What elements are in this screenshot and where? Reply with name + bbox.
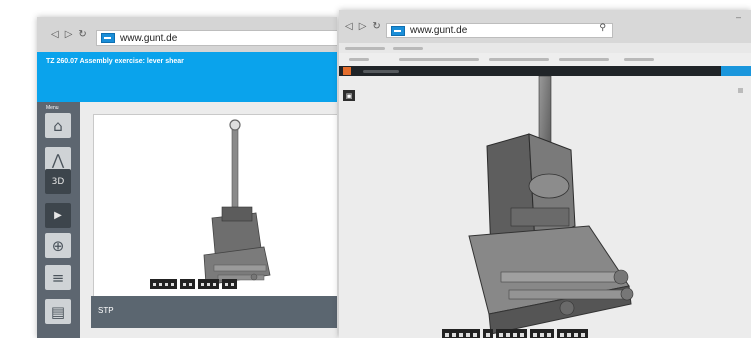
- lever-shear-3d-model-image: [468, 75, 634, 335]
- toolbar-tool-icon[interactable]: [231, 282, 234, 286]
- toolbar-tool-icon[interactable]: [486, 333, 490, 337]
- toolbar-group: [557, 329, 588, 338]
- toolbar-group: [222, 279, 237, 289]
- toolbar-group: [496, 329, 527, 338]
- lever-shear-model-image: [203, 119, 271, 286]
- document-icon: ≡: [51, 268, 65, 287]
- toolbar-group: [198, 279, 219, 289]
- back-icon[interactable]: ◁: [345, 21, 353, 32]
- menu-label: Menu: [46, 105, 59, 111]
- toolbar-tool-icon[interactable]: [445, 333, 449, 337]
- toolbar-tool-icon[interactable]: [165, 282, 168, 286]
- app-logo-icon: [343, 67, 351, 75]
- toolbar-tool-icon[interactable]: [581, 333, 585, 337]
- panel-toggle-icon[interactable]: [738, 88, 743, 93]
- caption-text: STP: [98, 306, 114, 315]
- gunt-favicon-icon: [391, 25, 405, 36]
- model-menu-button[interactable]: ▣: [343, 90, 355, 101]
- forward-icon[interactable]: ▷: [359, 21, 367, 32]
- toolbar-group: [180, 279, 195, 289]
- toolbar-tool-icon[interactable]: [520, 333, 524, 337]
- reload-icon[interactable]: ↻: [372, 21, 380, 32]
- address-bar[interactable]: www.gunt.de: [96, 30, 337, 46]
- toolbar-tool-icon[interactable]: [183, 282, 186, 286]
- sidebar-item-manual[interactable]: ▤: [45, 299, 71, 324]
- sidebar-item-3d[interactable]: 3D: [45, 169, 71, 194]
- toolbar-tool-icon[interactable]: [499, 333, 503, 337]
- forward-icon[interactable]: ▷: [65, 29, 73, 40]
- back-icon[interactable]: ◁: [51, 29, 59, 40]
- sidebar-item-documents[interactable]: ≡: [45, 265, 71, 290]
- url-text: www.gunt.de: [410, 25, 468, 36]
- minimize-icon[interactable]: –: [736, 12, 741, 22]
- toolbar-tool-icon[interactable]: [466, 333, 470, 337]
- toolbar-tool-icon[interactable]: [540, 333, 544, 337]
- toolbar-group: [483, 329, 493, 338]
- toolbar-tool-icon[interactable]: [533, 333, 537, 337]
- toolbar-tool-icon[interactable]: [159, 282, 162, 286]
- right-browser-window: ◁ ▷ ↻ – www.gunt.de ⚲ ▣: [339, 10, 751, 338]
- app-title: TZ 260.07 Assembly exercise: lever shear: [46, 58, 184, 65]
- toolbar-tool-icon[interactable]: [171, 282, 174, 286]
- toolbar-tool-icon[interactable]: [213, 282, 216, 286]
- toolbar-group: [442, 329, 480, 338]
- gunt-favicon-icon: [101, 33, 115, 43]
- app-header: TZ 260.07 Assembly exercise: lever shear: [37, 52, 337, 102]
- toolbar-group: [150, 279, 177, 289]
- toolbar-tool-icon[interactable]: [207, 282, 210, 286]
- search-icon[interactable]: ⚲: [599, 23, 606, 33]
- toolbar-tool-icon[interactable]: [452, 333, 456, 337]
- viewer-toolbar: [150, 279, 237, 289]
- toolbar-group: [530, 329, 554, 338]
- key-icon: ⊕: [51, 236, 65, 255]
- toolbar-tool-icon[interactable]: [547, 333, 551, 337]
- model-viewer[interactable]: [93, 114, 337, 298]
- 3d-canvas[interactable]: [339, 75, 751, 338]
- file-caption-bar: STP: [91, 296, 337, 328]
- blurred-tab-row: [339, 43, 751, 53]
- share-button[interactable]: [721, 66, 751, 76]
- toolbar-tool-icon[interactable]: [153, 282, 156, 286]
- left-browser-window: ◁ ▷ ↻ www.gunt.de TZ 260.07 Assembly exe…: [37, 17, 337, 338]
- toolbar-tool-icon[interactable]: [189, 282, 192, 286]
- toolbar-tool-icon[interactable]: [574, 333, 578, 337]
- book-icon: ▤: [50, 302, 66, 321]
- toolbar-tool-icon[interactable]: [225, 282, 228, 286]
- address-bar[interactable]: www.gunt.de ⚲: [386, 23, 613, 38]
- toolbar-tool-icon[interactable]: [567, 333, 571, 337]
- viewer-header: [339, 66, 751, 76]
- 3d-icon: 3D: [51, 176, 65, 187]
- sidebar-item-home[interactable]: ⌂: [45, 113, 71, 138]
- toolbar-tool-icon[interactable]: [459, 333, 463, 337]
- url-text: www.gunt.de: [120, 32, 178, 44]
- toolbar-tool-icon[interactable]: [506, 333, 510, 337]
- toolbar-tool-icon[interactable]: [560, 333, 564, 337]
- sidebar-item-tools[interactable]: ⊕: [45, 233, 71, 258]
- toolbar-tool-icon[interactable]: [473, 333, 477, 337]
- viewer-toolbar: [442, 329, 588, 338]
- toolbar-tool-icon[interactable]: [201, 282, 204, 286]
- blurred-bookmark-row: [339, 53, 751, 65]
- home-icon: ⌂: [53, 116, 63, 135]
- reload-icon[interactable]: ↻: [78, 29, 86, 40]
- compass-icon: ⋀: [51, 150, 65, 169]
- play-icon: ▶: [54, 210, 62, 221]
- sidebar-item-video[interactable]: ▶: [45, 203, 71, 228]
- toolbar-tool-icon[interactable]: [513, 333, 517, 337]
